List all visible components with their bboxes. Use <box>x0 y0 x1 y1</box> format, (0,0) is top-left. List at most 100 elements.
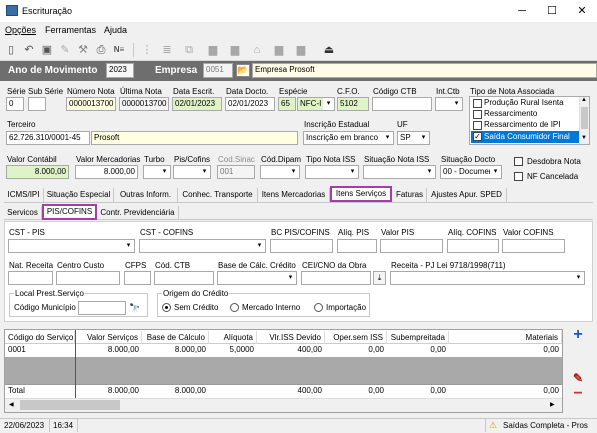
folder-icon[interactable]: ▆ <box>206 43 220 57</box>
pis-cofins-select[interactable]: ▾ <box>173 165 211 179</box>
book-icon[interactable]: ▆ <box>228 43 242 57</box>
subtab-pis-cofins[interactable]: PIS/COFINS <box>42 204 97 220</box>
tab-faturas[interactable]: Faturas <box>393 188 427 202</box>
tab-conhec-transporte[interactable]: Conhec. Transporte <box>178 188 258 202</box>
binoculars-icon[interactable]: 🔭 <box>128 301 142 315</box>
minimize-button[interactable]: ─ <box>507 0 537 22</box>
tab-icms-ipi[interactable]: ICMS/IPI <box>4 188 44 202</box>
nfe-icon[interactable]: N≡ <box>112 43 126 57</box>
municipio-input[interactable] <box>78 301 126 315</box>
receita-select[interactable]: ▾ <box>390 271 585 285</box>
tipo-nota-item[interactable]: Ressarcimento <box>471 109 579 120</box>
subserie-input[interactable] <box>28 97 46 111</box>
bc-input[interactable] <box>270 239 333 253</box>
grid-header-materiais[interactable]: Materiais <box>449 331 562 344</box>
grid-header-valor[interactable]: Valor Serviços <box>75 331 142 344</box>
empresa-name-input[interactable]: Empresa Prosoft <box>252 63 597 78</box>
subtab-contr-previdenciaria[interactable]: Contr. Previdenciária <box>97 206 179 220</box>
undo-icon[interactable]: ↶ <box>22 43 36 57</box>
centro-custo-input[interactable] <box>56 271 120 285</box>
grid-header-codigo[interactable]: Código do Serviço <box>5 331 75 344</box>
empresa-code-input[interactable]: 0051 <box>203 63 233 78</box>
tab-outras-inform[interactable]: Outras Inform. <box>114 188 178 202</box>
especie-select[interactable]: NFC-I ▾ <box>297 97 335 111</box>
aliq-pis-input[interactable] <box>337 239 377 253</box>
ano-input[interactable]: 2023 <box>106 63 134 78</box>
tree-icon[interactable]: ⋮ <box>140 43 154 57</box>
nf-cancelada-checkbox[interactable] <box>514 172 523 181</box>
tipo-nota-item[interactable]: Ressarcimento de IPI <box>471 120 579 131</box>
menu-opcoes[interactable]: Opções <box>5 25 36 35</box>
close-button[interactable]: ✕ <box>567 0 597 22</box>
cfps-input[interactable] <box>124 271 151 285</box>
radio-sem-credito[interactable] <box>162 303 171 312</box>
archive-icon[interactable]: ▆ <box>294 43 308 57</box>
maximize-button[interactable]: ☐ <box>537 0 567 22</box>
checkbox-checked-icon[interactable]: ✓ <box>473 132 482 141</box>
new-icon[interactable]: ▯ <box>4 43 18 57</box>
scroll-thumb[interactable] <box>581 107 588 129</box>
especie-input[interactable]: 65 <box>278 97 296 111</box>
serie-input[interactable]: 0 <box>6 97 24 111</box>
uf-select[interactable]: SP ▾ <box>397 131 430 145</box>
cod-dipam-select[interactable]: ▾ <box>260 165 300 179</box>
tipo-nota-list[interactable]: Produção Rural Isenta Ressarcimento Ress… <box>469 96 590 145</box>
scrollbar[interactable]: ▲ ▼ <box>579 97 589 144</box>
situacao-iss-select[interactable]: ▾ <box>363 165 436 179</box>
tools-icon[interactable]: ⚒ <box>76 43 90 57</box>
tipo-iss-select[interactable]: ▾ <box>305 165 359 179</box>
add-icon[interactable]: + <box>569 326 587 344</box>
scroll-up-icon[interactable]: ▲ <box>581 97 587 103</box>
int-ctb-select[interactable]: ▾ <box>435 97 463 111</box>
cod-ctb-input[interactable] <box>154 271 214 285</box>
turbo-select[interactable]: ▾ <box>143 165 171 179</box>
tipo-nota-item-selected[interactable]: ✓ Saída Consumidor Final <box>471 131 579 143</box>
preview-icon[interactable]: ⎙ <box>94 43 108 57</box>
tab-itens-mercadorias[interactable]: Itens Mercadorias <box>258 188 330 202</box>
cfo-input[interactable]: 5102 <box>337 97 369 111</box>
checkbox-icon[interactable] <box>473 121 482 130</box>
radio-importacao[interactable] <box>314 303 323 312</box>
delete-icon[interactable]: ✎ <box>58 43 72 57</box>
open-folder-icon[interactable]: 📂 <box>236 64 250 77</box>
grid-header-subempreitada[interactable]: Subempreitada <box>387 331 449 344</box>
situacao-docto-select[interactable]: 00 - Documen ▾ <box>440 165 502 179</box>
cst-cofins-select[interactable]: ▾ <box>139 239 266 253</box>
data-escrit-input[interactable]: 02/01/2023 <box>172 97 222 111</box>
grid-header-oper[interactable]: Oper.sem ISS <box>325 331 387 344</box>
aliq-cofins-input[interactable] <box>447 239 499 253</box>
radio-mercado-interno[interactable] <box>230 303 239 312</box>
scroll-left-icon[interactable]: ◀ <box>9 401 16 409</box>
list-icon[interactable]: ≣ <box>160 43 174 57</box>
terceiro-cnpj-input[interactable]: 62.726.310/0001-45 <box>6 131 90 145</box>
menu-ferramentas[interactable]: Ferramentas <box>45 25 96 35</box>
base-credito-select[interactable]: ▾ <box>217 271 297 285</box>
grid-header-aliquota[interactable]: Alíquota <box>209 331 257 344</box>
menu-ajuda[interactable]: Ajuda <box>104 25 127 35</box>
scroll-right-icon[interactable]: ▶ <box>550 401 557 409</box>
codigo-ctb-input[interactable] <box>372 97 432 111</box>
book2-icon[interactable]: ▆ <box>272 43 286 57</box>
terceiro-nome-input[interactable]: Prosoft <box>91 131 298 145</box>
grid-scroll-thumb[interactable] <box>20 400 120 410</box>
subtab-servicos[interactable]: Servicos <box>4 206 42 220</box>
nat-receita-input[interactable] <box>8 271 53 285</box>
desdobra-checkbox[interactable] <box>514 157 523 166</box>
save-icon[interactable]: ▣ <box>40 43 54 57</box>
tab-situacao-especial[interactable]: Situação Especial <box>44 188 114 202</box>
cei-input[interactable] <box>301 271 371 285</box>
grid-header-base[interactable]: Base de Cálculo <box>142 331 209 344</box>
grid-header-iss[interactable]: Vlr.ISS Devido <box>257 331 325 344</box>
cst-pis-select[interactable]: ▾ <box>8 239 135 253</box>
tab-ajustes-sped[interactable]: Ajustes Apur. SPED <box>427 188 507 202</box>
valor-contabil-input[interactable]: 8.000,00 <box>6 165 69 179</box>
valor-cofins-input[interactable] <box>502 239 565 253</box>
numero-input[interactable]: 0000013700 <box>66 97 116 111</box>
data-docto-input[interactable]: 02/01/2023 <box>225 97 275 111</box>
scroll-down-icon[interactable]: ▼ <box>581 135 587 141</box>
checkbox-icon[interactable] <box>473 99 482 108</box>
copy-icon[interactable]: ⧉ <box>182 43 196 57</box>
tab-itens-servicos[interactable]: Itens Serviços <box>330 186 392 202</box>
exit-icon[interactable]: ⏏ <box>322 43 336 57</box>
tipo-nota-item[interactable]: Produção Rural Isenta <box>471 98 579 109</box>
